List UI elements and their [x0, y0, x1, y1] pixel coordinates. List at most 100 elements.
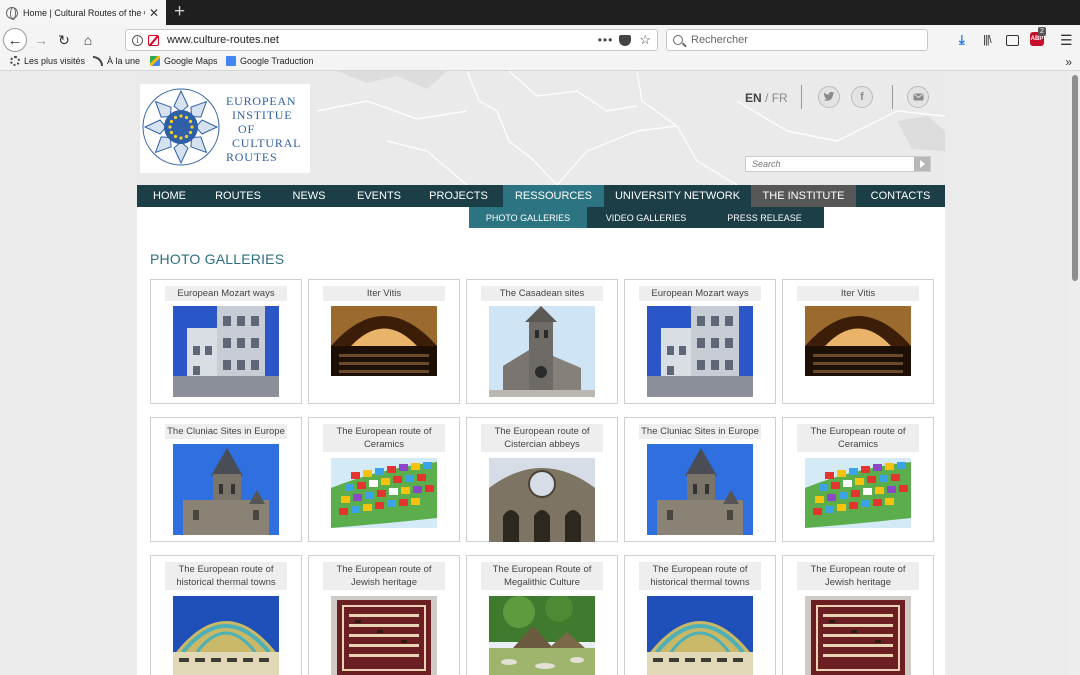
- gallery-thumbnail[interactable]: [331, 306, 437, 376]
- gallery-title: The European route of Ceramics: [323, 424, 445, 452]
- rss-icon: [93, 56, 103, 66]
- url-text[interactable]: www.culture-routes.net: [167, 34, 592, 46]
- gallery-title: The European route of Cistercian abbeys: [481, 424, 603, 452]
- gallery-thumbnail[interactable]: [647, 306, 753, 397]
- gallery-thumbnail[interactable]: [173, 596, 279, 675]
- url-bar[interactable]: i www.culture-routes.net ••• ☆: [125, 29, 658, 51]
- search-submit-button[interactable]: [914, 157, 930, 171]
- hamburger-menu-icon[interactable]: ☰: [1060, 33, 1073, 47]
- new-tab-button[interactable]: +: [174, 2, 185, 21]
- sidebar-icon[interactable]: [1006, 35, 1019, 46]
- gallery-card[interactable]: Iter Vitis: [782, 279, 934, 404]
- facebook-icon[interactable]: f: [851, 86, 873, 108]
- logo-emblem: [142, 88, 220, 166]
- gallery-card[interactable]: The European route of Ceramics: [308, 417, 460, 542]
- nav-events[interactable]: EVENTS: [344, 185, 414, 207]
- nav-news[interactable]: NEWS: [274, 185, 344, 207]
- browser-tab-bar: Home | Cultural Routes of the Council of…: [0, 0, 1080, 25]
- nav-ressources[interactable]: RESSOURCES: [503, 185, 604, 207]
- gallery-thumbnail[interactable]: [805, 458, 911, 528]
- gallery-thumbnail[interactable]: [647, 596, 753, 675]
- gallery-thumbnail[interactable]: [489, 306, 595, 397]
- nav-projects[interactable]: PROJECTS: [414, 185, 503, 207]
- nav-university-network[interactable]: UNIVERSITY NETWORK: [604, 185, 751, 207]
- lang-en[interactable]: EN: [745, 91, 762, 105]
- site-header: EUROPEAN INSTITUE OF CULTURAL ROUTES EN …: [137, 71, 945, 185]
- nav-routes[interactable]: ROUTES: [202, 185, 274, 207]
- sub-navigation: PHOTO GALLERIES VIDEO GALLERIES PRESS RE…: [469, 207, 824, 228]
- bookmark-most-visited[interactable]: Les plus visités: [10, 56, 85, 66]
- gallery-card[interactable]: The European Route of Megalithic Culture: [466, 555, 618, 675]
- gallery-card[interactable]: The European route of Ceramics: [782, 417, 934, 542]
- page-viewport: EUROPEAN INSTITUE OF CULTURAL ROUTES EN …: [0, 71, 1080, 675]
- forward-button[interactable]: →: [30, 29, 52, 51]
- gallery-card[interactable]: The European route of Jewish heritage: [782, 555, 934, 675]
- bookmark-google-maps[interactable]: Google Maps: [150, 56, 218, 66]
- twitter-icon[interactable]: [818, 86, 840, 108]
- institute-logo[interactable]: EUROPEAN INSTITUE OF CULTURAL ROUTES: [140, 84, 310, 173]
- nav-the-institute[interactable]: THE INSTITUTE: [751, 185, 856, 207]
- gallery-card[interactable]: Iter Vitis: [308, 279, 460, 404]
- gallery-card[interactable]: European Mozart ways: [150, 279, 302, 404]
- gallery-thumbnail[interactable]: [489, 596, 595, 675]
- mail-icon[interactable]: [907, 86, 929, 108]
- header-divider: [801, 85, 802, 109]
- close-icon[interactable]: ✕: [149, 6, 159, 20]
- bookmark-google-translate[interactable]: Google Traduction: [226, 56, 314, 66]
- subnav-video-galleries[interactable]: VIDEO GALLERIES: [587, 207, 705, 228]
- gallery-thumbnail[interactable]: [173, 306, 279, 397]
- subnav-press-release[interactable]: PRESS RELEASE: [705, 207, 824, 228]
- gallery-title: Iter Vitis: [323, 286, 445, 301]
- library-icon[interactable]: |||\: [983, 33, 992, 47]
- bookmark-star-icon[interactable]: ☆: [639, 32, 651, 48]
- site-container: EUROPEAN INSTITUE OF CULTURAL ROUTES EN …: [137, 71, 945, 675]
- nav-contacts[interactable]: CONTACTS: [856, 185, 945, 207]
- back-button[interactable]: ←: [3, 28, 27, 52]
- gallery-card[interactable]: The European route of Cistercian abbeys: [466, 417, 618, 542]
- browser-search-bar[interactable]: Rechercher: [666, 29, 928, 51]
- gallery-thumbnail[interactable]: [173, 444, 279, 535]
- browser-tab[interactable]: Home | Cultural Routes of the Council of…: [0, 0, 166, 25]
- gallery-title: The European route of historical thermal…: [639, 562, 761, 590]
- lang-fr[interactable]: FR: [772, 91, 788, 105]
- gallery-card[interactable]: European Mozart ways: [624, 279, 776, 404]
- gallery-thumbnail[interactable]: [489, 458, 595, 542]
- home-button[interactable]: ⌂: [77, 29, 99, 51]
- gallery-card[interactable]: The Casadean sites: [466, 279, 618, 404]
- gallery-thumbnail[interactable]: [647, 444, 753, 535]
- page-title: PHOTO GALLERIES: [150, 251, 285, 267]
- main-content: PHOTO GALLERIES European Mozart ways Ite…: [137, 207, 945, 675]
- site-search-input[interactable]: [746, 157, 914, 171]
- gallery-card[interactable]: The European route of historical thermal…: [150, 555, 302, 675]
- gallery-thumbnail[interactable]: [805, 306, 911, 376]
- nav-home[interactable]: HOME: [137, 185, 202, 207]
- reload-button[interactable]: ↻: [53, 29, 75, 51]
- gallery-title: The European route of Jewish heritage: [323, 562, 445, 590]
- gallery-card[interactable]: The European route of historical thermal…: [624, 555, 776, 675]
- header-divider: [892, 85, 893, 109]
- page-actions-icon[interactable]: •••: [598, 33, 614, 47]
- subnav-photo-galleries[interactable]: PHOTO GALLERIES: [469, 207, 587, 228]
- download-icon[interactable]: ⤓: [959, 33, 965, 47]
- gallery-title: The Cluniac Sites in Europe: [165, 424, 287, 439]
- gallery-title: The European route of Ceramics: [797, 424, 919, 452]
- gallery-thumbnail[interactable]: [331, 458, 437, 528]
- browser-search-placeholder: Rechercher: [691, 34, 748, 46]
- pocket-icon[interactable]: [619, 34, 632, 46]
- google-maps-icon: [150, 56, 160, 66]
- scrollbar-thumb[interactable]: [1072, 75, 1078, 281]
- gallery-title: The Cluniac Sites in Europe: [639, 424, 761, 439]
- gallery-card[interactable]: The Cluniac Sites in Europe: [150, 417, 302, 542]
- bookmark-a-la-une[interactable]: À la une: [93, 56, 140, 66]
- gallery-thumbnail[interactable]: [805, 596, 911, 675]
- info-icon[interactable]: i: [132, 34, 143, 46]
- tracking-protection-icon[interactable]: [148, 34, 159, 46]
- site-search: [745, 156, 931, 172]
- gallery-thumbnail[interactable]: [331, 596, 437, 675]
- gallery-card[interactable]: The Cluniac Sites in Europe: [624, 417, 776, 542]
- gallery-title: European Mozart ways: [165, 286, 287, 301]
- chevron-right-icon[interactable]: »: [1065, 55, 1072, 69]
- language-switcher: EN / FR: [745, 91, 788, 105]
- gallery-card[interactable]: The European route of Jewish heritage: [308, 555, 460, 675]
- gear-icon: [10, 56, 20, 66]
